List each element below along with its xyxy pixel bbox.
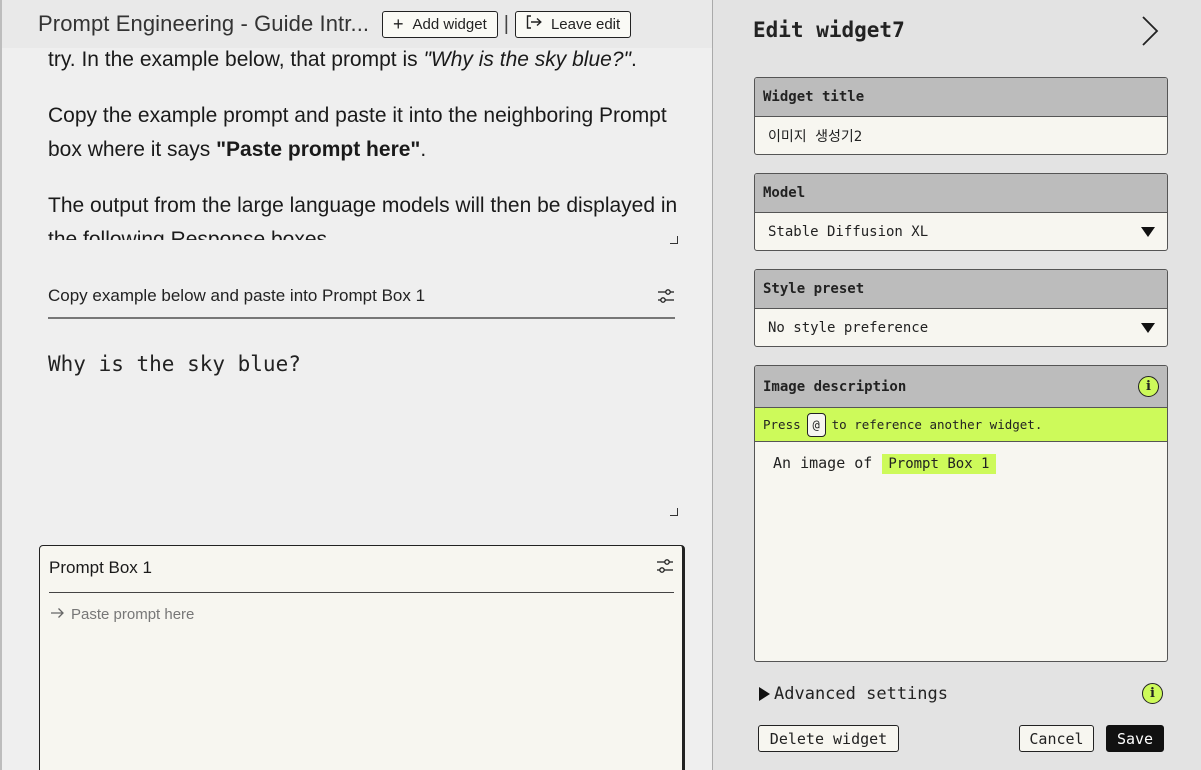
image-description-label: Image description bbox=[763, 378, 907, 395]
panel-title: Edit widget7 bbox=[753, 18, 905, 42]
chevron-right-icon bbox=[1140, 15, 1160, 51]
example-prompt-text: Why is the sky blue? bbox=[48, 352, 301, 376]
intro-paragraph-3: The output from the large language model… bbox=[48, 194, 678, 240]
plus-icon: + bbox=[393, 14, 404, 34]
model-value: Stable Diffusion XL bbox=[768, 223, 929, 240]
add-widget-button[interactable]: + Add widget bbox=[382, 10, 498, 38]
settings-sliders-icon[interactable] bbox=[657, 288, 675, 304]
collapse-panel-button[interactable] bbox=[1136, 16, 1164, 50]
arrow-right-icon bbox=[50, 606, 65, 623]
prompt-input[interactable]: Paste prompt here bbox=[50, 606, 194, 623]
intro-paragraph-2: Copy the example prompt and paste it int… bbox=[48, 104, 667, 161]
example-widget-header: Copy example below and paste into Prompt… bbox=[48, 281, 675, 319]
hint-press-text: Press bbox=[763, 417, 801, 432]
toolbar-separator: | bbox=[503, 12, 509, 35]
style-preset-field: Style preset No style preference bbox=[754, 269, 1168, 347]
top-toolbar: Prompt Engineering - Guide Intr... + Add… bbox=[2, 0, 712, 48]
resize-handle[interactable] bbox=[670, 236, 678, 244]
cancel-button[interactable]: Cancel bbox=[1019, 725, 1094, 752]
resize-handle[interactable] bbox=[670, 508, 678, 516]
widget-title-label: Widget title bbox=[755, 78, 1167, 117]
reference-hint: Press @ to reference another widget. bbox=[755, 408, 1167, 442]
document-title: Prompt Engineering - Guide Intr... bbox=[38, 11, 370, 36]
widget-title-value: 이미지 생성기2 bbox=[768, 128, 863, 145]
info-icon[interactable]: i bbox=[1138, 376, 1159, 397]
style-preset-label: Style preset bbox=[755, 270, 1167, 309]
widget-reference-chip[interactable]: Prompt Box 1 bbox=[882, 454, 996, 474]
info-icon[interactable]: i bbox=[1142, 683, 1163, 704]
dropdown-caret-icon bbox=[1141, 226, 1155, 237]
leave-edit-icon bbox=[526, 15, 542, 33]
document-canvas: Prompt Engineering - Guide Intr... + Add… bbox=[0, 0, 712, 770]
dropdown-caret-icon bbox=[1141, 322, 1155, 333]
edit-widget-panel: Edit widget7 Widget title 이미지 생성기2 Model… bbox=[712, 0, 1201, 770]
settings-sliders-icon[interactable] bbox=[656, 558, 674, 574]
widget-title-field: Widget title 이미지 생성기2 bbox=[754, 77, 1168, 155]
prompt-placeholder: Paste prompt here bbox=[71, 606, 195, 623]
prompt-box-header: Prompt Box 1 bbox=[49, 558, 674, 593]
intro-text-widget[interactable]: try. In the example below, that prompt i… bbox=[48, 44, 688, 240]
save-button[interactable]: Save bbox=[1106, 725, 1164, 752]
model-field: Model Stable Diffusion XL bbox=[754, 173, 1168, 251]
leave-edit-button[interactable]: Leave edit bbox=[514, 10, 632, 38]
advanced-settings-label: Advanced settings bbox=[774, 683, 948, 704]
image-description-header: Image description i bbox=[755, 366, 1167, 408]
image-description-field: Image description i Press @ to reference… bbox=[754, 365, 1168, 662]
add-widget-label: Add widget bbox=[412, 15, 487, 33]
prompt-box-widget[interactable]: Prompt Box 1 Paste prompt here bbox=[39, 545, 685, 770]
leave-edit-label: Leave edit bbox=[550, 15, 621, 33]
at-key-badge: @ bbox=[806, 412, 826, 437]
image-description-input[interactable]: An image of Prompt Box 1 bbox=[755, 442, 1167, 661]
style-preset-select[interactable]: No style preference bbox=[755, 309, 1167, 346]
prompt-box-title: Prompt Box 1 bbox=[49, 558, 152, 577]
widget-title-input[interactable]: 이미지 생성기2 bbox=[755, 117, 1167, 154]
advanced-settings-row: Advanced settings i bbox=[759, 683, 1163, 704]
intro-paragraph-1: try. In the example below, that prompt i… bbox=[48, 48, 637, 71]
model-select[interactable]: Stable Diffusion XL bbox=[755, 213, 1167, 250]
delete-widget-button[interactable]: Delete widget bbox=[758, 725, 899, 752]
model-label: Model bbox=[755, 174, 1167, 213]
advanced-settings-toggle[interactable]: Advanced settings bbox=[759, 684, 948, 704]
style-preset-value: No style preference bbox=[768, 319, 929, 336]
hint-rest-text: to reference another widget. bbox=[831, 417, 1043, 432]
triangle-right-icon bbox=[759, 686, 770, 701]
description-text: An image of bbox=[773, 454, 873, 472]
example-widget-title: Copy example below and paste into Prompt… bbox=[48, 286, 426, 305]
